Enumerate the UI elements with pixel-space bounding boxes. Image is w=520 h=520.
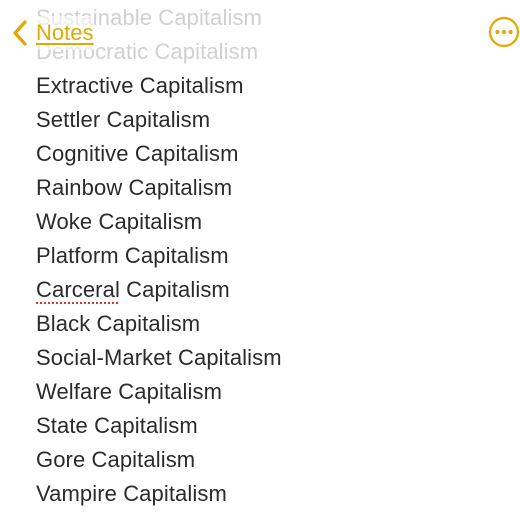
list-item: Vampire Capitalism (36, 481, 227, 506)
list-item: Black Capitalism (36, 311, 201, 336)
list-item: Platform Capitalism (36, 243, 229, 268)
list-item: Settler Capitalism (36, 107, 211, 132)
list-item: Carceral Capitalism (36, 277, 230, 303)
list-item: Extractive Capitalism (36, 73, 244, 98)
list-item: Gore Capitalism (36, 447, 196, 472)
list-item: Rainbow Capitalism (36, 175, 233, 200)
more-button[interactable] (488, 16, 520, 48)
list-item: State Capitalism (36, 413, 198, 438)
back-button[interactable]: Notes (10, 16, 94, 50)
misspelled-word[interactable]: Carceral (36, 277, 120, 302)
list-item-rest: Capitalism (126, 277, 230, 302)
list-item: Cognitive Capitalism (36, 141, 239, 166)
ellipsis-circle-icon (488, 16, 520, 48)
list-item: Social-Market Capitalism (36, 345, 282, 370)
list-item: Woke Capitalism (36, 209, 203, 234)
back-label: Notes (36, 20, 94, 45)
chevron-left-icon (13, 20, 27, 46)
list-item: Welfare Capitalism (36, 379, 223, 404)
